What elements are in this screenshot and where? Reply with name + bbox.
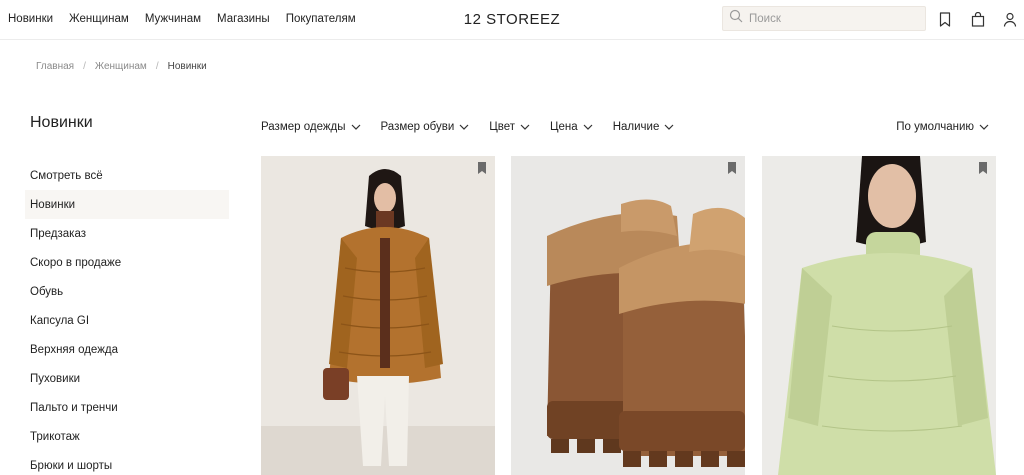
sidebar-item-coats[interactable]: Пальто и тренчи [25,393,229,422]
filter-shoe-size[interactable]: Размер обуви [381,121,470,133]
sort-dropdown[interactable]: По умолчанию [896,121,989,133]
page-title: Новинки [30,114,93,131]
user-icon[interactable] [1001,10,1019,28]
bookmark-icon[interactable] [727,162,737,174]
chevron-down-icon [583,124,593,130]
site-header: Новинки Женщинам Мужчинам Магазины Покуп… [0,0,1024,40]
sidebar-item-puffers[interactable]: Пуховики [25,364,229,393]
sidebar-item-knitwear[interactable]: Трикотаж [25,422,229,451]
search-icon [729,9,743,28]
bookmark-icon[interactable] [936,10,954,28]
chevron-down-icon [520,124,530,130]
filter-price[interactable]: Цена [550,121,593,133]
sort-label: По умолчанию [896,121,974,133]
chevron-down-icon [979,124,989,130]
filter-availability[interactable]: Наличие [613,121,675,133]
sidebar-item-new[interactable]: Новинки [25,190,229,219]
category-sidebar: Смотреть всё Новинки Предзаказ Скоро в п… [25,161,229,475]
chevron-down-icon [459,124,469,130]
bookmark-icon[interactable] [978,162,988,174]
product-card[interactable] [511,156,745,475]
product-image [511,156,745,475]
chevron-down-icon [664,124,674,130]
bookmark-icon[interactable] [477,162,487,174]
filter-label: Цвет [489,121,516,133]
sidebar-item-coming-soon[interactable]: Скоро в продаже [25,248,229,277]
filter-label: Размер одежды [261,121,346,133]
sidebar-item-preorder[interactable]: Предзаказ [25,219,229,248]
sidebar-item-trousers[interactable]: Брюки и шорты [25,451,229,475]
sidebar-item-shoes[interactable]: Обувь [25,277,229,306]
product-image [261,156,495,475]
search-input[interactable] [749,12,919,25]
breadcrumb-separator: / [155,61,159,72]
bag-icon[interactable] [969,10,987,28]
filter-label: Цена [550,121,578,133]
search-box[interactable] [722,6,926,31]
filter-clothing-size[interactable]: Размер одежды [261,121,361,133]
filter-bar: Размер одежды Размер обуви Цвет Цена Нал… [261,121,674,133]
chevron-down-icon [351,124,360,130]
breadcrumb-women[interactable]: Женщинам [95,61,147,72]
filter-color[interactable]: Цвет [489,121,530,133]
product-card[interactable] [261,156,495,475]
filter-label: Наличие [612,121,660,133]
product-image [762,156,996,475]
sidebar-item-capsule-gi[interactable]: Капсула GI [25,306,229,335]
breadcrumb-home[interactable]: Главная [36,61,74,72]
breadcrumb-separator: / [83,61,86,72]
filter-label: Размер обуви [380,121,455,133]
product-card[interactable] [762,156,996,475]
sidebar-item-outerwear[interactable]: Верхняя одежда [25,335,229,364]
breadcrumb-current: Новинки [167,61,207,72]
breadcrumb: Главная / Женщинам / Новинки [36,61,207,72]
sidebar-item-all[interactable]: Смотреть всё [25,161,229,190]
